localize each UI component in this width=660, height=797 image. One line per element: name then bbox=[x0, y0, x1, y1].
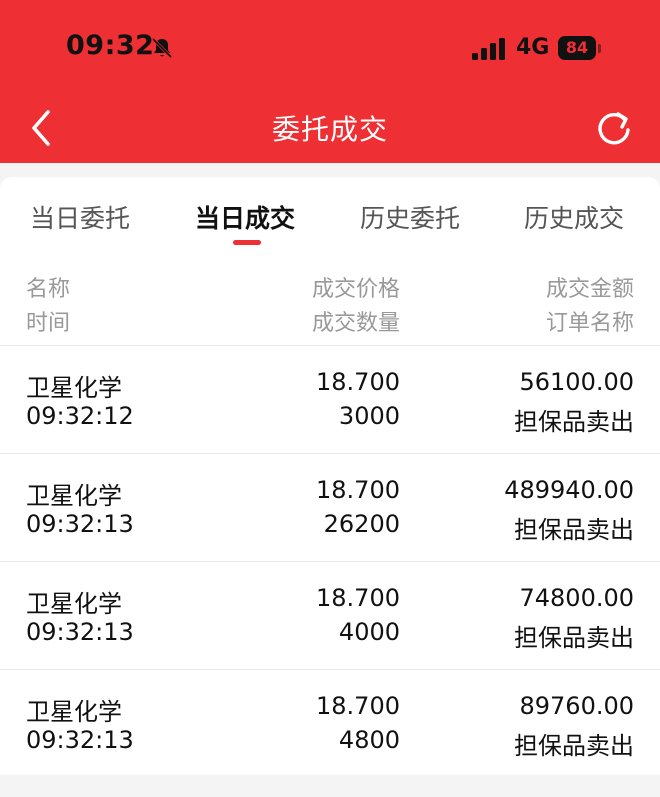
trade-quantity: 4000 bbox=[338, 618, 400, 646]
cellular-signal-icon bbox=[472, 38, 505, 60]
order-name: 担保品卖出 bbox=[514, 624, 634, 652]
trades-card: 当日委托 当日成交 历史委托 历史成交 名称 时间 成交价格 成交数量 成交金额… bbox=[0, 177, 660, 775]
header-amount: 成交金额 bbox=[545, 277, 634, 302]
trade-amount: 89760.00 bbox=[519, 692, 634, 720]
header-quantity: 成交数量 bbox=[311, 311, 400, 336]
stock-name: 卫星化学 bbox=[26, 374, 122, 402]
tab-today-orders[interactable]: 当日委托 bbox=[30, 199, 130, 235]
tab-today-trades[interactable]: 当日成交 bbox=[195, 199, 295, 235]
trade-price: 18.700 bbox=[316, 368, 400, 396]
trade-quantity: 26200 bbox=[323, 510, 400, 538]
header-name: 名称 bbox=[26, 277, 71, 302]
trade-quantity: 3000 bbox=[338, 402, 400, 430]
battery-icon: 84 bbox=[558, 36, 596, 60]
stock-name: 卫星化学 bbox=[26, 590, 122, 618]
table-row[interactable]: 卫星化学 09:32:13 18.700 4000 74800.00 担保品卖出 bbox=[0, 561, 660, 669]
status-bar: 09:32 4G 84 bbox=[0, 0, 660, 96]
trade-amount: 489940.00 bbox=[504, 476, 634, 504]
order-name: 担保品卖出 bbox=[514, 732, 634, 760]
battery-tip bbox=[598, 44, 601, 53]
page-title: 委托成交 bbox=[271, 113, 388, 146]
order-name: 担保品卖出 bbox=[514, 516, 634, 544]
tab-history-orders[interactable]: 历史委托 bbox=[360, 199, 460, 235]
trade-time: 09:32:12 bbox=[26, 402, 134, 430]
header-price: 成交价格 bbox=[311, 277, 400, 302]
trade-quantity: 4800 bbox=[338, 726, 400, 754]
trade-price: 18.700 bbox=[316, 476, 400, 504]
battery-level: 84 bbox=[565, 38, 589, 57]
status-time: 09:32 bbox=[66, 30, 155, 61]
header-order-name: 订单名称 bbox=[545, 311, 634, 336]
stock-name: 卫星化学 bbox=[26, 482, 122, 510]
content-area: 当日委托 当日成交 历史委托 历史成交 名称 时间 成交价格 成交数量 成交金额… bbox=[0, 163, 660, 797]
nav-bar: 委托成交 bbox=[0, 96, 660, 162]
trade-price: 18.700 bbox=[316, 692, 400, 720]
table-row[interactable]: 卫星化学 09:32:12 18.700 3000 56100.00 担保品卖出 bbox=[0, 345, 660, 453]
trade-time: 09:32:13 bbox=[26, 726, 134, 754]
trade-amount: 56100.00 bbox=[519, 368, 634, 396]
refresh-icon[interactable] bbox=[594, 108, 634, 148]
network-type: 4G bbox=[516, 35, 550, 60]
tab-history-trades[interactable]: 历史成交 bbox=[524, 199, 624, 235]
table-row[interactable]: 卫星化学 09:32:13 18.700 26200 489940.00 担保品… bbox=[0, 453, 660, 561]
trade-price: 18.700 bbox=[316, 584, 400, 612]
table-row[interactable]: 卫星化学 09:32:13 18.700 4800 89760.00 担保品卖出 bbox=[0, 669, 660, 777]
header-time: 时间 bbox=[26, 311, 71, 336]
trade-time: 09:32:13 bbox=[26, 618, 134, 646]
trade-amount: 74800.00 bbox=[519, 584, 634, 612]
table-header: 名称 时间 成交价格 成交数量 成交金额 订单名称 bbox=[0, 265, 660, 345]
bell-muted-icon bbox=[151, 37, 173, 59]
order-name: 担保品卖出 bbox=[514, 408, 634, 436]
trade-list: 卫星化学 09:32:12 18.700 3000 56100.00 担保品卖出… bbox=[0, 345, 660, 777]
active-tab-indicator bbox=[233, 240, 261, 245]
trade-time: 09:32:13 bbox=[26, 510, 134, 538]
stock-name: 卫星化学 bbox=[26, 698, 122, 726]
tab-bar: 当日委托 当日成交 历史委托 历史成交 bbox=[0, 177, 660, 257]
